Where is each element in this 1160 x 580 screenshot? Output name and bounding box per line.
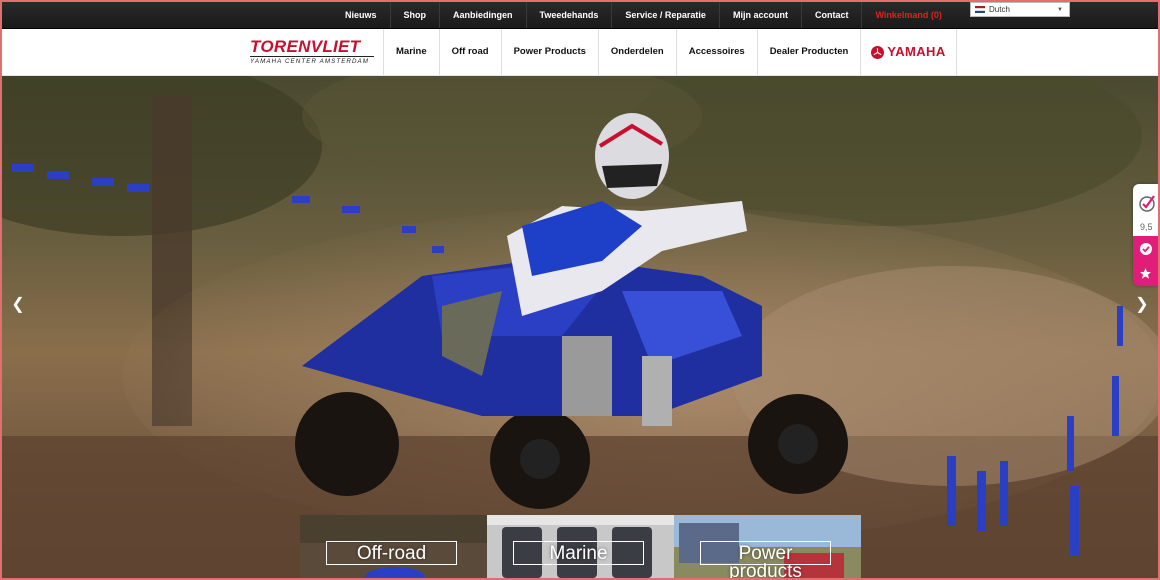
category-label-power-products: Power products: [700, 541, 831, 578]
category-label-marine: Marine: [513, 541, 644, 565]
chevron-right-icon: ❯: [1135, 296, 1149, 313]
top-nav: Nieuws Shop Aanbiedingen Tweedehands Ser…: [332, 2, 955, 28]
cart-link[interactable]: Winkelmand (0): [861, 2, 954, 28]
header: TORENVLIET YAMAHA CENTER AMSTERDAM Marin…: [2, 29, 1158, 76]
review-widget[interactable]: 9,5: [1133, 184, 1158, 286]
main-nav-dealer-producten[interactable]: Dealer Producten: [756, 29, 861, 75]
review-score: 9,5: [1140, 222, 1153, 232]
slider-prev-arrow[interactable]: ❮: [10, 294, 26, 316]
logo-title: TORENVLIET: [250, 37, 361, 56]
category-tile-power-products[interactable]: Power products: [674, 515, 861, 578]
top-nav-tweedehands[interactable]: Tweedehands: [525, 2, 612, 28]
netherlands-flag-icon: [975, 6, 985, 14]
review-widget-score-panel: 9,5: [1133, 184, 1158, 236]
top-nav-contact[interactable]: Contact: [800, 2, 862, 28]
yamaha-brand-link[interactable]: YAMAHA: [860, 29, 957, 75]
category-tile-off-road[interactable]: Off-road: [300, 515, 487, 578]
language-select[interactable]: Dutch ▼: [970, 2, 1070, 17]
chevron-left-icon: ❮: [11, 296, 25, 313]
top-nav-account[interactable]: Mijn account: [718, 2, 801, 28]
checkmark-logo-icon: [1139, 195, 1155, 212]
top-nav-nieuws[interactable]: Nieuws: [332, 2, 390, 28]
top-bar: Nieuws Shop Aanbiedingen Tweedehands Ser…: [2, 2, 1158, 29]
main-nav-onderdelen[interactable]: Onderdelen: [597, 29, 676, 75]
logo-subtitle: YAMAHA CENTER AMSTERDAM: [250, 58, 370, 65]
top-nav-service[interactable]: Service / Reparatie: [611, 2, 719, 28]
review-widget-star[interactable]: [1133, 261, 1158, 286]
top-nav-aanbiedingen[interactable]: Aanbiedingen: [439, 2, 526, 28]
yamaha-tuning-fork-icon: [871, 45, 885, 59]
language-select-value: Dutch: [989, 5, 1010, 14]
torenvliet-logo[interactable]: TORENVLIET YAMAHA CENTER AMSTERDAM: [250, 38, 374, 68]
main-nav-off-road[interactable]: Off road: [438, 29, 501, 75]
review-widget-check[interactable]: [1133, 236, 1158, 261]
yamaha-brand-text: YAMAHA: [887, 44, 946, 59]
hero-image: [2, 76, 1158, 578]
check-circle-icon: [1139, 242, 1152, 255]
star-icon: [1140, 268, 1151, 279]
main-nav-accessoires[interactable]: Accessoires: [675, 29, 757, 75]
chevron-down-icon: ▼: [1057, 6, 1063, 13]
category-tile-marine[interactable]: Marine: [487, 515, 674, 578]
main-nav-power-products[interactable]: Power Products: [500, 29, 598, 75]
main-nav-marine[interactable]: Marine: [383, 29, 439, 75]
main-nav: Marine Off road Power Products Onderdele…: [383, 29, 957, 75]
category-label-power-products-line2: products: [729, 561, 802, 578]
category-tiles: Off-road Marine Power products: [300, 515, 861, 578]
logo-divider: [250, 56, 374, 57]
category-label-off-road: Off-road: [326, 541, 457, 565]
slider-next-arrow[interactable]: ❯: [1134, 294, 1150, 316]
top-nav-shop[interactable]: Shop: [389, 2, 440, 28]
hero-slider[interactable]: ❮ ❯: [2, 76, 1158, 578]
